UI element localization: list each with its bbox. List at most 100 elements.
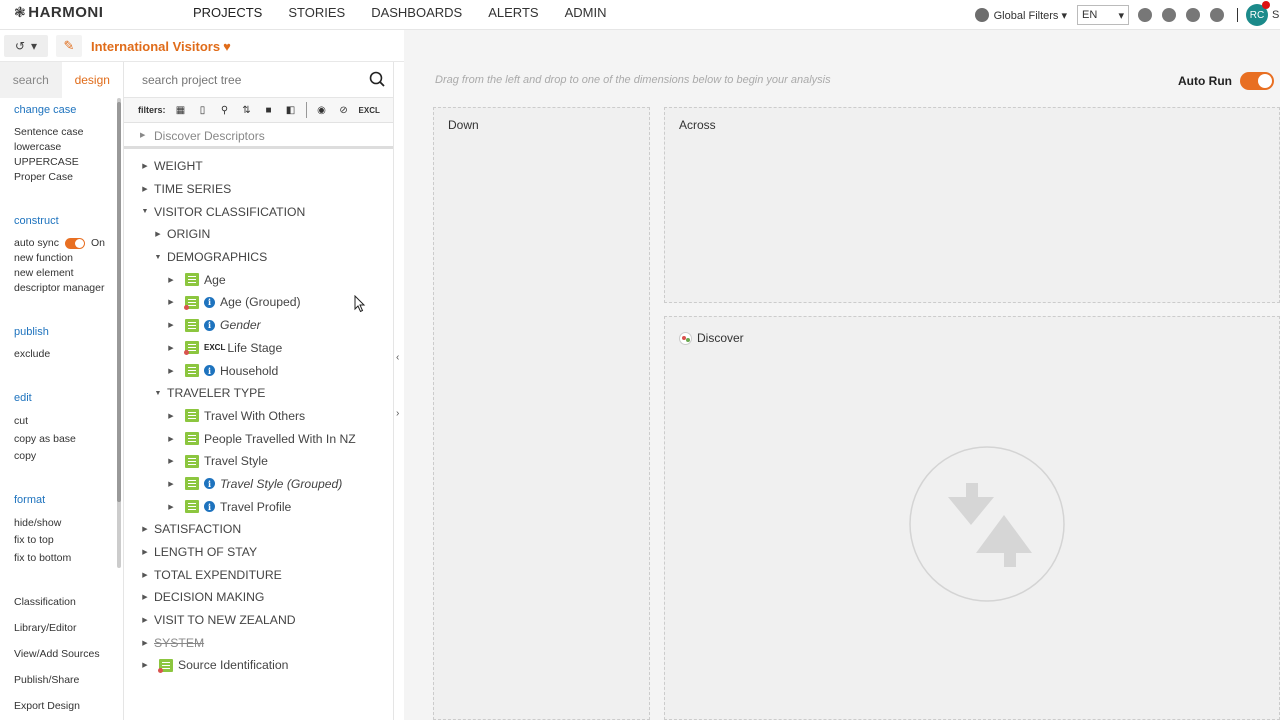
column-icon[interactable]: ▯	[196, 103, 210, 117]
map-pin-icon[interactable]: ⚲	[218, 103, 232, 117]
tree-node[interactable]: ▶ TOTAL EXPENDITURE	[124, 563, 393, 586]
tool-proper-case[interactable]: Proper Case	[14, 170, 118, 185]
tree-node[interactable]: ▼ VISITOR CLASSIFICATION	[124, 200, 393, 223]
tree-node[interactable]: ▶ i Travel Style (Grouped)	[124, 473, 393, 496]
info-icon[interactable]: i	[204, 365, 215, 377]
tool-new-function[interactable]: new function	[14, 251, 118, 266]
caret-right-icon[interactable]: ▶	[166, 276, 176, 284]
search-icon[interactable]	[369, 71, 385, 87]
footer-classification[interactable]: Classification	[0, 592, 124, 618]
tree-node[interactable]: ▶ EXCL Life Stage	[124, 337, 393, 360]
edit-project-button[interactable]: ✎	[56, 35, 82, 57]
caret-right-icon[interactable]: ▶	[166, 367, 176, 375]
tree-node[interactable]: ▶ i Age (Grouped)	[124, 291, 393, 314]
eye-icon[interactable]: ◉	[315, 103, 329, 117]
chevron-left-icon[interactable]: ‹	[396, 352, 399, 363]
caret-down-icon[interactable]: ▼	[140, 208, 150, 215]
down-drop-zone[interactable]: Down	[433, 107, 650, 720]
eye-slash-icon[interactable]: ⊘	[337, 103, 351, 117]
tree-node[interactable]: ▼ TRAVELER TYPE	[124, 382, 393, 405]
tree-node[interactable]: ▶ i Travel Profile	[124, 495, 393, 518]
tool-cut[interactable]: cut	[14, 413, 118, 431]
caret-right-icon[interactable]: ▶	[140, 571, 150, 579]
footer-export-design[interactable]: Export Design	[0, 696, 124, 722]
globe-icon[interactable]	[974, 8, 989, 22]
brain-icon[interactable]	[1162, 8, 1176, 22]
sort-icon[interactable]: ⇅	[240, 103, 254, 117]
tree-node[interactable]: ▶ Source Identification	[124, 654, 393, 677]
footer-view-add-sources[interactable]: View/Add Sources	[0, 644, 124, 670]
tag-icon[interactable]: ◧	[284, 103, 298, 117]
history-button[interactable]: ↺ ▾	[4, 35, 48, 57]
caret-right-icon[interactable]: ▶	[166, 344, 176, 352]
caret-right-icon[interactable]: ▶	[166, 503, 176, 511]
panel-splitter[interactable]: ‹ ›	[393, 62, 404, 720]
eye-icon[interactable]	[1138, 8, 1152, 22]
help-icon[interactable]	[1210, 8, 1224, 22]
discover-descriptors-node[interactable]: Discover Descriptors	[124, 124, 393, 149]
tree-node[interactable]: ▶ SYSTEM	[124, 631, 393, 654]
nav-admin[interactable]: ADMIN	[565, 5, 607, 22]
chevron-right-icon[interactable]: ›	[396, 408, 399, 419]
tree-node[interactable]: ▶ i Gender	[124, 314, 393, 337]
folder-icon[interactable]: ■	[262, 103, 276, 117]
tree-node[interactable]: ▶ Travel With Others	[124, 405, 393, 428]
tool-copy[interactable]: copy	[14, 448, 118, 466]
tree-node[interactable]: ▶ TIME SERIES	[124, 178, 393, 201]
tool-uppercase[interactable]: UPPERCASE	[14, 155, 118, 170]
tool-descriptor-manager[interactable]: descriptor manager	[14, 281, 118, 296]
language-select[interactable]: EN ▾	[1077, 5, 1129, 25]
caret-down-icon[interactable]: ▼	[153, 390, 163, 397]
tool-exclude[interactable]: exclude	[14, 347, 118, 362]
caret-right-icon[interactable]: ▶	[166, 321, 176, 329]
auto-sync-toggle[interactable]	[64, 238, 85, 249]
tool-sentence-case[interactable]: Sentence case	[14, 125, 118, 140]
tree-node[interactable]: ▼ DEMOGRAPHICS	[124, 246, 393, 269]
info-icon[interactable]: i	[204, 296, 215, 308]
caret-right-icon[interactable]: ▶	[140, 185, 150, 193]
tree-node[interactable]: ▶ LENGTH OF STAY	[124, 541, 393, 564]
caret-right-icon[interactable]: ▶	[140, 162, 150, 170]
tool-new-element[interactable]: new element	[14, 266, 118, 281]
info-icon[interactable]: i	[204, 478, 215, 490]
tool-copy-as-base[interactable]: copy as base	[14, 431, 118, 449]
tree-node[interactable]: ▶ i Household	[124, 359, 393, 382]
nav-dashboards[interactable]: DASHBOARDS	[371, 5, 462, 22]
contrast-icon[interactable]	[1186, 8, 1200, 22]
footer-publish-share[interactable]: Publish/Share	[0, 670, 124, 696]
caret-right-icon[interactable]: ▶	[140, 548, 150, 556]
caret-right-icon[interactable]: ▶	[140, 616, 150, 624]
caret-right-icon[interactable]: ▶	[140, 525, 150, 533]
heart-icon[interactable]: ♥	[223, 39, 231, 54]
avatar[interactable]: RC	[1246, 1, 1270, 26]
caret-right-icon[interactable]: ▶	[166, 480, 176, 488]
info-icon[interactable]: i	[204, 319, 215, 331]
tree-node[interactable]: ▶ DECISION MAKING	[124, 586, 393, 609]
caret-right-icon[interactable]: ▶	[166, 457, 176, 465]
tree-node[interactable]: ▶ ORIGIN	[124, 223, 393, 246]
grid-icon[interactable]: ▦	[174, 103, 188, 117]
tree-node[interactable]: ▶ People Travelled With In NZ	[124, 427, 393, 450]
tree-node[interactable]: ▶ VISIT TO NEW ZEALAND	[124, 609, 393, 632]
tool-fix-to-top[interactable]: fix to top	[14, 532, 118, 550]
tab-design[interactable]: design	[61, 62, 123, 98]
caret-right-icon[interactable]: ▶	[140, 593, 150, 601]
user-name[interactable]: S	[1272, 9, 1280, 21]
info-icon[interactable]: i	[204, 501, 215, 513]
tab-search[interactable]: search	[0, 62, 62, 98]
tree-search-input[interactable]	[142, 73, 342, 87]
caret-right-icon[interactable]: ▶	[140, 639, 150, 647]
brand-logo[interactable]: ❃ HARMONI	[14, 4, 103, 21]
caret-down-icon[interactable]: ▼	[153, 254, 163, 261]
tree-node[interactable]: ▶ Age	[124, 268, 393, 291]
caret-right-icon[interactable]: ▶	[153, 230, 163, 238]
nav-alerts[interactable]: ALERTS	[488, 5, 538, 22]
caret-right-icon[interactable]: ▶	[140, 661, 150, 669]
tool-scrollbar-thumb[interactable]	[117, 102, 121, 502]
caret-right-icon[interactable]: ▶	[166, 412, 176, 420]
nav-projects[interactable]: PROJECTS	[193, 5, 262, 22]
footer-library-editor[interactable]: Library/Editor	[0, 618, 124, 644]
excl-filter[interactable]: EXCL	[359, 103, 380, 117]
tree-node[interactable]: ▶ WEIGHT	[124, 155, 393, 178]
tree-node[interactable]: ▶ Travel Style	[124, 450, 393, 473]
